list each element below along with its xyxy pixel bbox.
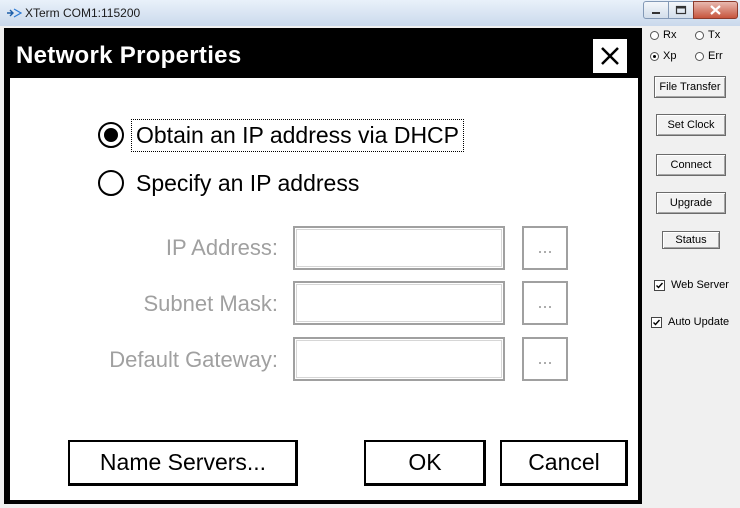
close-icon bbox=[710, 5, 721, 15]
static-ip-option-label: Specify an IP address bbox=[136, 169, 360, 196]
cancel-button[interactable]: Cancel bbox=[500, 440, 628, 486]
err-option[interactable]: Err bbox=[695, 50, 723, 62]
err-label: Err bbox=[708, 50, 723, 62]
default-gateway-label: Default Gateway: bbox=[109, 347, 278, 372]
network-properties-dialog: Network Properties Obtain an IP address … bbox=[10, 34, 638, 500]
window-controls bbox=[643, 1, 738, 19]
dialog-title: Network Properties bbox=[16, 42, 242, 69]
maximize-button[interactable] bbox=[668, 1, 694, 19]
dhcp-option[interactable]: Obtain an IP address via DHCP bbox=[98, 118, 465, 152]
ip-address-label: IP Address: bbox=[165, 235, 278, 260]
auto-update-label: Auto Update bbox=[668, 316, 730, 328]
dhcp-radio[interactable] bbox=[98, 122, 124, 148]
status-button[interactable]: Status bbox=[662, 231, 720, 249]
subnet-mask-label: Subnet Mask: bbox=[143, 291, 278, 316]
minimize-icon bbox=[652, 12, 660, 14]
window-close-button[interactable] bbox=[693, 1, 738, 19]
window-titlebar: XTerm COM1:115200 bbox=[0, 0, 740, 27]
xp-label: Xp bbox=[663, 50, 677, 62]
default-gateway-browse-button[interactable]: ... bbox=[522, 337, 568, 381]
set-clock-button[interactable]: Set Clock bbox=[656, 114, 726, 136]
maximize-icon bbox=[675, 5, 687, 15]
tx-radio[interactable] bbox=[695, 30, 704, 40]
checkmark-icon bbox=[653, 319, 661, 326]
static-ip-radio[interactable] bbox=[98, 170, 124, 196]
tx-option[interactable]: Tx bbox=[695, 29, 720, 41]
dialog-header: Network Properties bbox=[10, 34, 638, 78]
web-server-option[interactable]: Web Server bbox=[654, 279, 729, 291]
file-transfer-button[interactable]: File Transfer bbox=[654, 76, 726, 98]
dialog-close-button[interactable] bbox=[592, 38, 628, 74]
serial-terminal-icon bbox=[7, 8, 22, 18]
subnet-mask-browse-button[interactable]: ... bbox=[522, 281, 568, 325]
default-gateway-input[interactable] bbox=[293, 337, 505, 381]
ip-address-browse-button[interactable]: ... bbox=[522, 226, 568, 270]
auto-update-checkbox[interactable] bbox=[651, 316, 662, 328]
web-server-checkbox[interactable] bbox=[654, 279, 665, 291]
static-ip-option[interactable]: Specify an IP address bbox=[98, 166, 361, 200]
window-title: XTerm COM1:115200 bbox=[25, 6, 141, 20]
minimize-button[interactable] bbox=[643, 1, 669, 19]
ip-address-input[interactable] bbox=[293, 226, 505, 270]
web-server-label: Web Server bbox=[671, 279, 729, 291]
auto-update-option[interactable]: Auto Update bbox=[651, 316, 729, 328]
control-panel: Rx Tx Xp Err File Transfer Set Clock Con… bbox=[644, 26, 740, 508]
ok-button[interactable]: OK bbox=[364, 440, 486, 486]
name-servers-button[interactable]: Name Servers... bbox=[68, 440, 298, 486]
subnet-mask-input[interactable] bbox=[293, 281, 505, 325]
xp-radio[interactable] bbox=[650, 51, 659, 61]
rx-radio[interactable] bbox=[650, 30, 659, 40]
xp-option[interactable]: Xp bbox=[650, 50, 676, 62]
rx-label: Rx bbox=[663, 29, 677, 41]
err-radio[interactable] bbox=[695, 51, 704, 61]
checkmark-icon bbox=[656, 282, 664, 289]
close-icon bbox=[601, 47, 619, 65]
dhcp-option-label: Obtain an IP address via DHCP bbox=[130, 118, 465, 152]
connect-button[interactable]: Connect bbox=[656, 154, 726, 176]
tx-label: Tx bbox=[708, 29, 721, 41]
rx-option[interactable]: Rx bbox=[650, 29, 676, 41]
upgrade-button[interactable]: Upgrade bbox=[656, 192, 726, 214]
